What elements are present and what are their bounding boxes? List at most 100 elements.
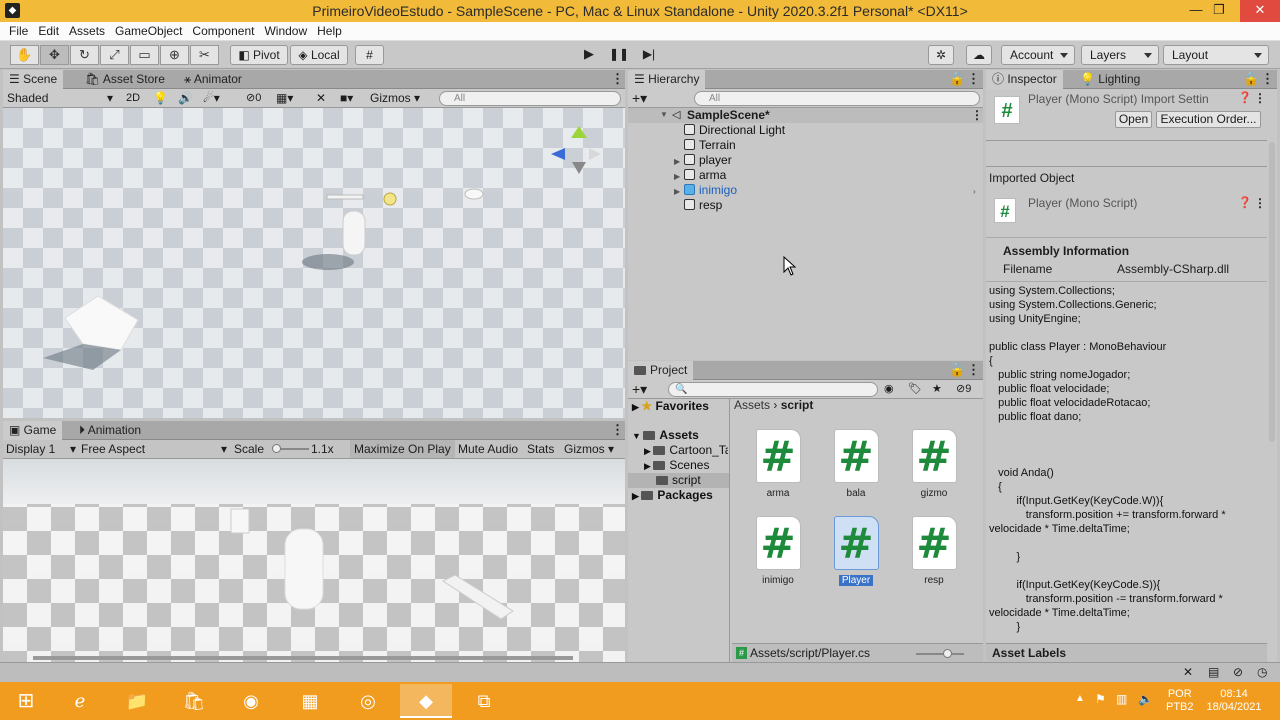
icon-size-slider-handle[interactable] xyxy=(943,649,952,658)
open-button[interactable]: Open xyxy=(1115,111,1152,128)
icon-size-slider[interactable] xyxy=(916,653,964,655)
clock[interactable]: 08:14 18/04/2021 xyxy=(1203,688,1265,714)
tab-project[interactable]: Project xyxy=(628,361,694,380)
scene-search-input[interactable]: All xyxy=(439,91,621,106)
game-scrollbar[interactable] xyxy=(33,656,573,660)
asset-arma[interactable]: # arma xyxy=(743,429,813,499)
auto-generate-icon[interactable]: ◷ xyxy=(1257,665,1267,679)
object-help-icon[interactable]: ❓ xyxy=(1238,196,1252,209)
hierarchy-item-player[interactable]: player xyxy=(684,153,732,168)
hierarchy-item-directional-light[interactable]: Directional Light xyxy=(684,123,785,138)
transform-tool-icon[interactable]: ⊕ xyxy=(160,45,189,65)
tree-cartoon[interactable]: ▶ Cartoon_Ta xyxy=(644,443,728,458)
project-create-icon[interactable]: +▾ xyxy=(632,380,647,398)
obs-icon[interactable]: ◎ xyxy=(342,684,394,718)
cache-icon[interactable]: ▤ xyxy=(1208,665,1219,679)
favorite-icon[interactable]: ★ xyxy=(932,381,942,397)
game-menu-icon[interactable]: ⋮ xyxy=(611,421,624,440)
aspect-dropdown[interactable]: Free Aspect ▾ xyxy=(81,441,227,457)
breadcrumb-script[interactable]: script xyxy=(781,398,814,412)
calculator-icon[interactable]: ▦ xyxy=(284,684,336,718)
asset-inimigo[interactable]: # inimigo xyxy=(743,516,813,586)
display-dropdown[interactable]: Display 1 ▾ xyxy=(6,441,76,457)
tab-scene[interactable]: ☰ Scene xyxy=(3,70,64,89)
rotate-tool-icon[interactable]: ↻ xyxy=(70,45,99,65)
scene-expand-icon[interactable]: ▼ xyxy=(660,110,668,119)
scene-row-menu-icon[interactable]: ⋮ xyxy=(971,108,983,123)
object-menu-icon[interactable]: ⋮ xyxy=(1254,196,1266,210)
vscode-icon[interactable]: ⧉ xyxy=(458,684,510,718)
shading-dropdown[interactable]: Shaded ▾ xyxy=(7,90,115,106)
maximize-on-play-toggle[interactable]: Maximize On Play xyxy=(350,440,455,458)
debug-icon[interactable]: ⊘ xyxy=(1233,665,1243,679)
account-dropdown[interactable]: Account xyxy=(1001,45,1075,65)
asset-gizmo[interactable]: # gizmo xyxy=(899,429,969,499)
mute-audio-toggle[interactable]: Mute Audio xyxy=(458,441,518,457)
tray-flag-icon[interactable]: ⚑ xyxy=(1095,692,1106,706)
project-lock-icon[interactable]: 🔒 xyxy=(949,361,965,380)
hand-tool-icon[interactable]: ✋ xyxy=(10,45,39,65)
arma-expand-icon[interactable]: ▶ xyxy=(674,172,680,181)
tray-volume-icon[interactable]: 🔈 xyxy=(1138,692,1153,706)
project-search-input[interactable]: 🔍 xyxy=(668,382,878,397)
lighting-toggle-icon[interactable]: 💡 xyxy=(153,90,168,106)
breadcrumb-assets[interactable]: Assets xyxy=(734,398,770,412)
hierarchy-menu-icon[interactable]: ⋮ xyxy=(967,70,980,89)
move-tool-icon[interactable]: ✥ xyxy=(40,45,69,65)
chrome-icon[interactable]: ◉ xyxy=(225,684,277,718)
hidden-packages-toggle[interactable]: ⊘9 xyxy=(956,381,971,397)
tab-hierarchy[interactable]: ☰ Hierarchy xyxy=(628,70,706,89)
tab-lighting[interactable]: 💡 Lighting xyxy=(1074,70,1146,89)
pause-icon[interactable]: ❚❚ xyxy=(606,45,632,65)
tree-scenes[interactable]: ▶ Scenes xyxy=(644,458,709,473)
input-language[interactable]: POR PTB2 xyxy=(1166,688,1194,714)
file-explorer-icon[interactable]: 📁 xyxy=(111,684,163,718)
header-menu-icon[interactable]: ⋮ xyxy=(1254,91,1266,105)
game-gizmos-dropdown[interactable]: Gizmos ▾ xyxy=(564,441,619,457)
tab-asset-store[interactable]: 🛍 Asset Store xyxy=(79,70,171,89)
menu-edit[interactable]: Edit xyxy=(38,22,59,40)
windows-start-icon[interactable]: ⊞ xyxy=(0,684,52,718)
hidden-objects-toggle[interactable]: ⊘0 xyxy=(246,90,261,106)
custom-tool-icon[interactable]: ✂ xyxy=(190,45,219,65)
menu-help[interactable]: Help xyxy=(317,22,342,40)
asset-resp[interactable]: # resp xyxy=(899,516,969,586)
inimigo-expand-icon[interactable]: ▶ xyxy=(674,187,680,196)
step-icon[interactable]: ▶| xyxy=(636,45,662,65)
asset-bala[interactable]: # bala xyxy=(821,429,891,499)
menu-file[interactable]: File xyxy=(9,22,28,40)
search-by-type-icon[interactable]: ◉ xyxy=(884,381,894,397)
progress-icon[interactable]: ✕ xyxy=(1183,665,1193,679)
asset-player[interactable]: # Player xyxy=(821,516,891,586)
local-toggle[interactable]: ◈ Local xyxy=(290,45,348,65)
stats-toggle[interactable]: Stats xyxy=(527,441,554,457)
hierarchy-item-terrain[interactable]: Terrain xyxy=(684,138,736,153)
close-button[interactable]: ✕ xyxy=(1240,0,1280,22)
2d-toggle[interactable]: 2D xyxy=(121,90,145,106)
help-icon[interactable]: ❓ xyxy=(1238,91,1252,104)
scene-viewport[interactable] xyxy=(3,108,625,418)
inspector-lock-icon[interactable]: 🔒 xyxy=(1243,70,1259,89)
cloud-icon[interactable]: ☁ xyxy=(966,45,992,65)
scale-slider-handle[interactable] xyxy=(272,444,281,453)
menu-component[interactable]: Component xyxy=(192,22,254,40)
search-by-label-icon[interactable]: 🏷 xyxy=(908,381,922,397)
tray-network-icon[interactable]: ▥ xyxy=(1116,692,1127,706)
execution-order-button[interactable]: Execution Order... xyxy=(1156,111,1261,128)
tools-toggle-icon[interactable]: ✕ xyxy=(316,90,326,106)
maximize-button[interactable]: ❐ xyxy=(1205,0,1233,22)
menu-gameobject[interactable]: GameObject xyxy=(115,22,182,40)
tab-animator[interactable]: ⚹ Animator xyxy=(178,70,248,89)
effects-toggle-icon[interactable]: ☄▾ xyxy=(203,90,220,106)
tree-packages[interactable]: ▶ Packages xyxy=(632,488,713,503)
menu-window[interactable]: Window xyxy=(264,22,307,40)
inspector-menu-icon[interactable]: ⋮ xyxy=(1261,70,1274,89)
store-icon[interactable]: 🛍 xyxy=(168,684,220,718)
tree-assets[interactable]: ▼ Assets xyxy=(632,428,699,443)
hierarchy-item-arma[interactable]: arma xyxy=(684,168,726,183)
rect-tool-icon[interactable]: ▭ xyxy=(130,45,159,65)
game-viewport[interactable] xyxy=(3,459,625,662)
prefab-open-icon[interactable]: › xyxy=(973,187,976,196)
layout-dropdown[interactable]: Layout xyxy=(1163,45,1269,65)
tab-animation[interactable]: ⏵ Animation xyxy=(73,421,147,440)
